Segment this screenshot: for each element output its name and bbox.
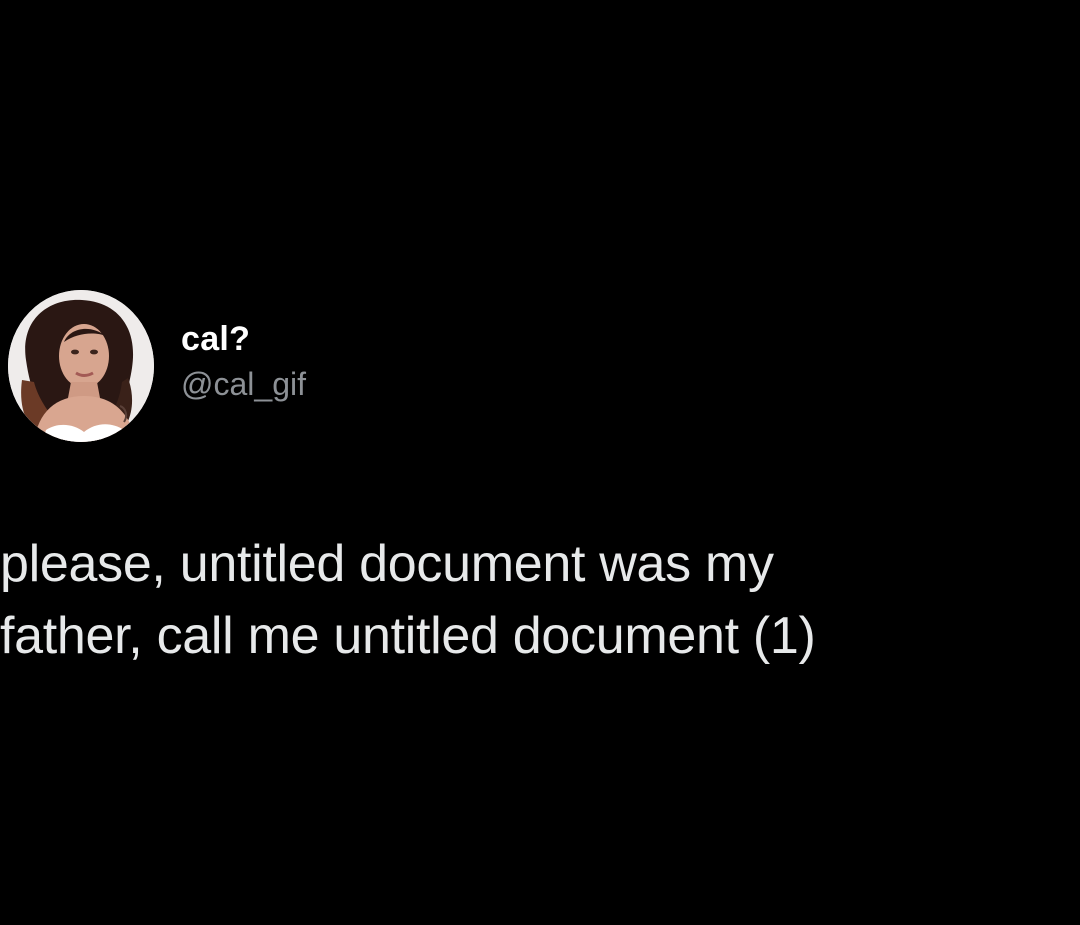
tweet-card: cal? @cal_gif please, untitled document … <box>0 0 1080 925</box>
tweet-text-line: father, call me untitled document (1) <box>0 607 816 665</box>
user-handle[interactable]: @cal_gif <box>181 364 306 404</box>
tweet-text-line: please, untitled document was my <box>0 535 774 593</box>
profile-photo-icon <box>8 290 154 442</box>
avatar[interactable] <box>8 290 154 442</box>
tweet-text: please, untitled document was my father,… <box>0 528 1070 672</box>
display-name[interactable]: cal? <box>181 318 306 360</box>
author-block: cal? @cal_gif <box>181 318 306 404</box>
